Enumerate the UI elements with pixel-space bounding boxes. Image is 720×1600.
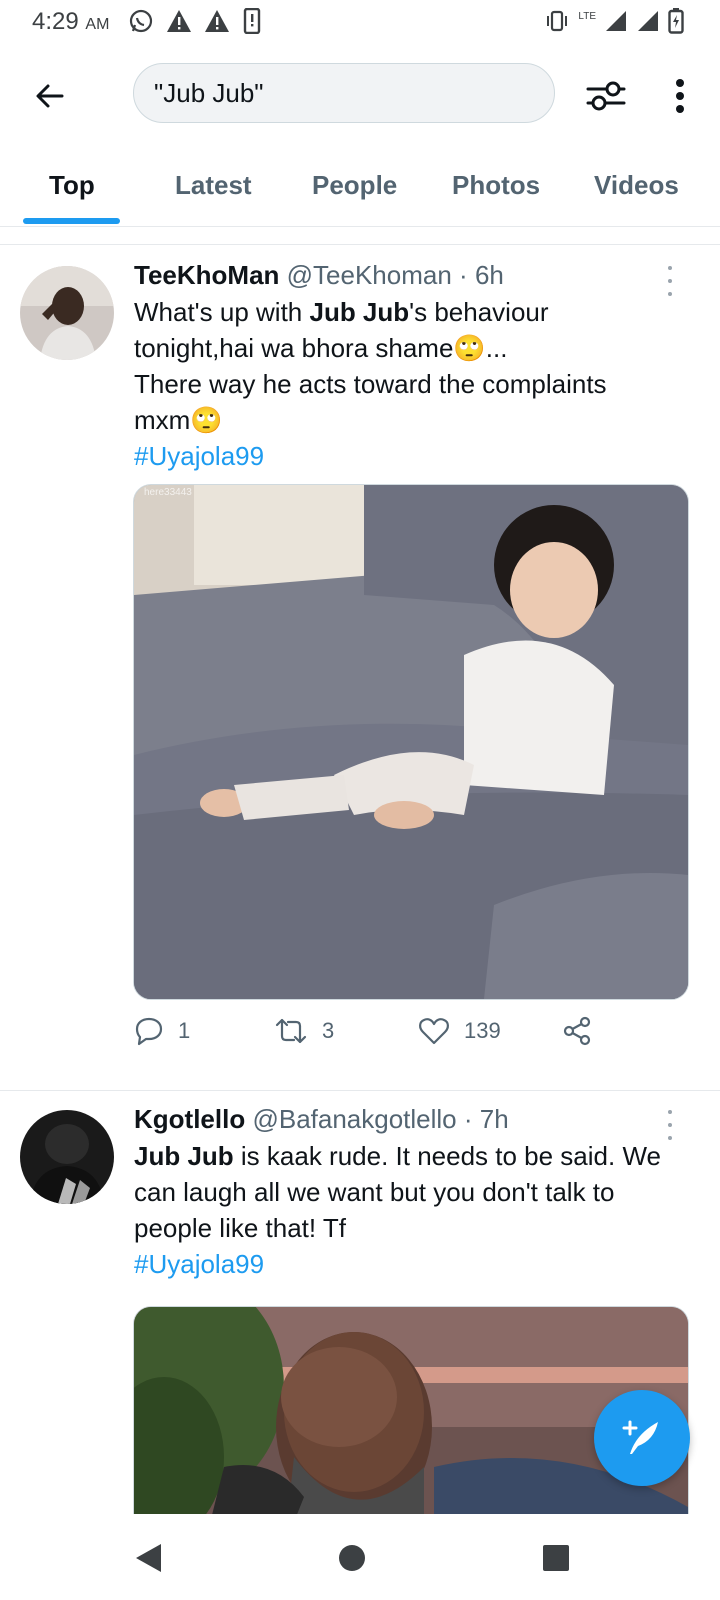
more-vertical-icon (676, 79, 684, 113)
tweet-text-segment: There way he acts toward the complaints (134, 369, 607, 399)
media-watermark: here33443 (144, 487, 192, 498)
search-header: "Jub Jub" (0, 50, 720, 140)
like-count: 139 (464, 1018, 501, 1043)
tweet-more-button[interactable] (660, 266, 680, 296)
nav-home-button[interactable] (332, 1538, 372, 1578)
search-query-text: "Jub Jub" (154, 78, 264, 108)
sliders-icon (586, 81, 626, 111)
nav-recents-button[interactable] (536, 1538, 576, 1578)
vibrate-icon (547, 10, 568, 32)
whatsapp-icon (129, 9, 153, 33)
active-tab-indicator (23, 218, 120, 224)
hashtag-link[interactable]: #Uyajola99 (134, 1246, 694, 1282)
divider (0, 244, 720, 245)
system-navigation-bar (0, 1514, 720, 1600)
retweet-icon (275, 1018, 307, 1044)
tweet-text-segment: tonight,hai wa bhora shame🙄... (134, 333, 508, 363)
divider (0, 1090, 720, 1091)
tab-photos[interactable]: Photos (452, 170, 540, 201)
reply-button[interactable]: 1 (134, 1016, 190, 1046)
dot-separator: · (463, 1104, 473, 1134)
status-time-ampm: AM (85, 16, 110, 33)
warning-icon (167, 10, 191, 32)
tweet-text-segment: is kaak rude. It needs to be said. We (233, 1141, 661, 1171)
reply-icon (135, 1017, 163, 1046)
status-time-value: 4:29 (32, 8, 79, 35)
avatar[interactable] (20, 266, 114, 360)
tweet[interactable]: TeeKhoMan @TeeKhoman · 6h What's up with… (0, 246, 720, 1086)
tweet-text-segment: can laugh all we want but you don't talk… (134, 1177, 615, 1207)
tweet-author-name[interactable]: Kgotlello (134, 1104, 245, 1134)
arrow-left-icon (36, 84, 64, 108)
tweet-author-handle[interactable]: @TeeKhoman (287, 260, 452, 290)
overflow-menu-button[interactable] (656, 72, 704, 120)
signal-icon (606, 11, 626, 31)
tweet-more-button[interactable] (660, 1110, 680, 1140)
back-button[interactable] (26, 72, 74, 120)
tab-people[interactable]: People (312, 170, 397, 201)
square-recents-icon (543, 1545, 569, 1571)
triangle-back-icon (136, 1544, 161, 1572)
nav-back-button[interactable] (128, 1538, 168, 1578)
compose-tweet-button[interactable] (594, 1390, 690, 1486)
tweet-text-segment: 's behaviour (409, 297, 549, 327)
circle-home-icon (339, 1545, 365, 1571)
tweet-media-image[interactable]: here33443 (133, 484, 689, 1000)
warning-icon (205, 10, 229, 32)
retweet-button[interactable]: 3 (274, 1016, 334, 1046)
search-input[interactable]: "Jub Jub" (133, 63, 555, 123)
search-filter-button[interactable] (582, 72, 630, 120)
dot-separator: · (459, 260, 468, 290)
battery-icon (668, 8, 684, 34)
tweet-actions: 1 3 139 (134, 1016, 694, 1056)
reply-count: 1 (178, 1018, 191, 1043)
compose-feather-icon (622, 1420, 658, 1454)
tweet-text: What's up with Jub Jub's behaviour tonig… (134, 294, 694, 474)
retweet-count: 3 (322, 1018, 335, 1043)
tweet-time: 6h (474, 260, 504, 290)
status-bar: 4:29 AM LTE (0, 0, 720, 44)
tab-latest[interactable]: Latest (175, 170, 252, 201)
tweet-header: TeeKhoMan @TeeKhoman · 6h (134, 260, 504, 291)
share-button[interactable] (562, 1016, 592, 1046)
tweet-text-segment: people like that! Tf (134, 1213, 346, 1243)
heart-icon (419, 1018, 449, 1045)
tweet-author-handle[interactable]: @Bafanakgotlello (252, 1104, 456, 1134)
tweet-text-segment: What's up with (134, 297, 310, 327)
tweet-time: 7h (479, 1104, 509, 1134)
tab-top[interactable]: Top (49, 170, 95, 201)
tweet-text-segment: mxm🙄 (134, 405, 223, 435)
search-match-highlight: Jub Jub (309, 297, 410, 327)
share-icon (563, 1016, 591, 1046)
tab-videos[interactable]: Videos (594, 170, 679, 201)
status-time: 4:29 AM (32, 8, 109, 36)
avatar[interactable] (20, 1110, 114, 1204)
search-match-highlight: Jub Jub (134, 1141, 234, 1171)
tweet-header: Kgotlello @Bafanakgotlello · 7h (134, 1104, 509, 1135)
like-button[interactable]: 139 (418, 1016, 501, 1046)
search-tabs: Top Latest People Photos Videos (0, 148, 720, 227)
hashtag-link[interactable]: #Uyajola99 (134, 438, 694, 474)
tweet-text: Jub Jub is kaak rude. It needs to be sai… (134, 1138, 694, 1282)
phone-alert-icon (243, 8, 261, 34)
status-right-icons: LTE (544, 8, 684, 34)
tweet-author-name[interactable]: TeeKhoMan (134, 260, 279, 290)
signal-icon (638, 11, 658, 31)
network-type-label: LTE (578, 10, 596, 22)
status-left-icons (128, 8, 262, 34)
